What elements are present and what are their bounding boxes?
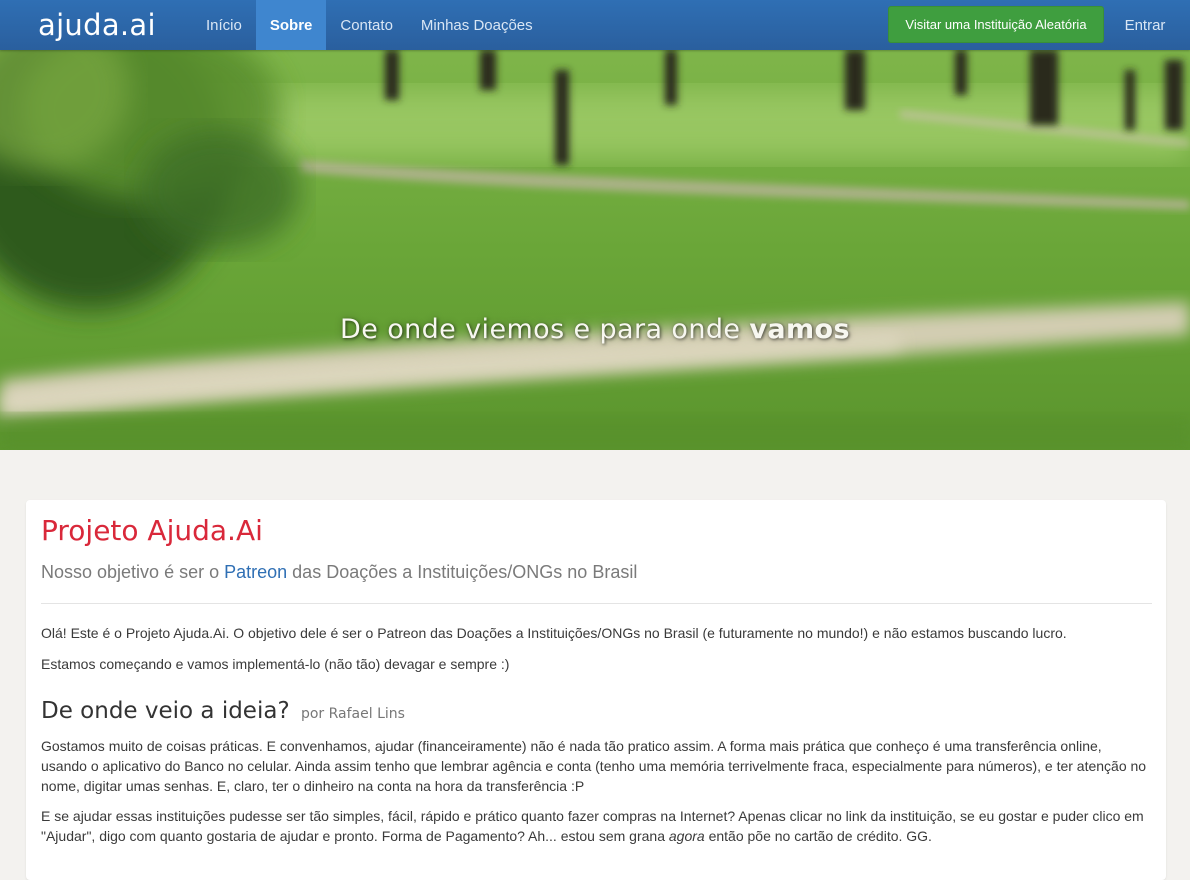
section-heading: De onde veio a ideia? por Rafael Lins [41,698,405,724]
random-institution-button[interactable]: Visitar uma Instituição Aleatória [888,6,1104,43]
nav-link-minhas-doacoes[interactable]: Minhas Doações [407,0,547,50]
hero-title: De onde viemos e para onde vamos [0,314,1190,345]
hero-title-emphasis: vamos [749,314,850,345]
about-card: Projeto Ajuda.Ai Nosso objetivo é ser o … [26,500,1166,880]
intro-paragraph: Olá! Este é o Projeto Ajuda.Ai. O objeti… [41,625,1067,641]
page-title: Projeto Ajuda.Ai [41,514,263,547]
section-heading-text: De onde veio a ideia? [41,698,290,724]
emphasis-word: agora [668,828,705,844]
hero-banner: De onde viemos e para onde vamos [0,50,1190,450]
idea-paragraph-2-text: E se ajudar essas instituições pudesse s… [41,808,1144,844]
subtitle-prefix: Nosso objetivo é ser o [41,562,220,582]
patreon-link[interactable]: Patreon [224,562,287,582]
idea-paragraph: Gostamos muito de coisas práticas. E con… [41,738,1147,794]
nav-links: Início Sobre Contato Minhas Doações [192,0,547,50]
hero-title-text: De onde viemos e para onde [340,314,741,345]
author-byline: por Rafael Lins [300,706,405,722]
idea-paragraph-2-end: então põe no cartão de crédito. GG. [708,828,932,844]
nav-link-sobre[interactable]: Sobre [255,0,327,50]
nav-link-contato[interactable]: Contato [326,0,407,50]
page-subtitle: Nosso objetivo é ser o Patreon das Doaçõ… [41,562,637,583]
idea-paragraph-2: E se ajudar essas instituições pudesse s… [41,806,1151,846]
status-paragraph: Estamos começando e vamos implementá-lo … [41,656,510,672]
login-link[interactable]: Entrar [1112,0,1178,50]
divider [41,603,1152,604]
nav-link-inicio[interactable]: Início [192,0,256,50]
brand-logo[interactable]: ajuda.ai [38,6,156,44]
subtitle-suffix: das Doações a Instituições/ONGs no Brasi… [292,562,638,582]
park-background-image [0,50,1190,450]
top-navbar: ajuda.ai Início Sobre Contato Minhas Doa… [0,0,1190,50]
